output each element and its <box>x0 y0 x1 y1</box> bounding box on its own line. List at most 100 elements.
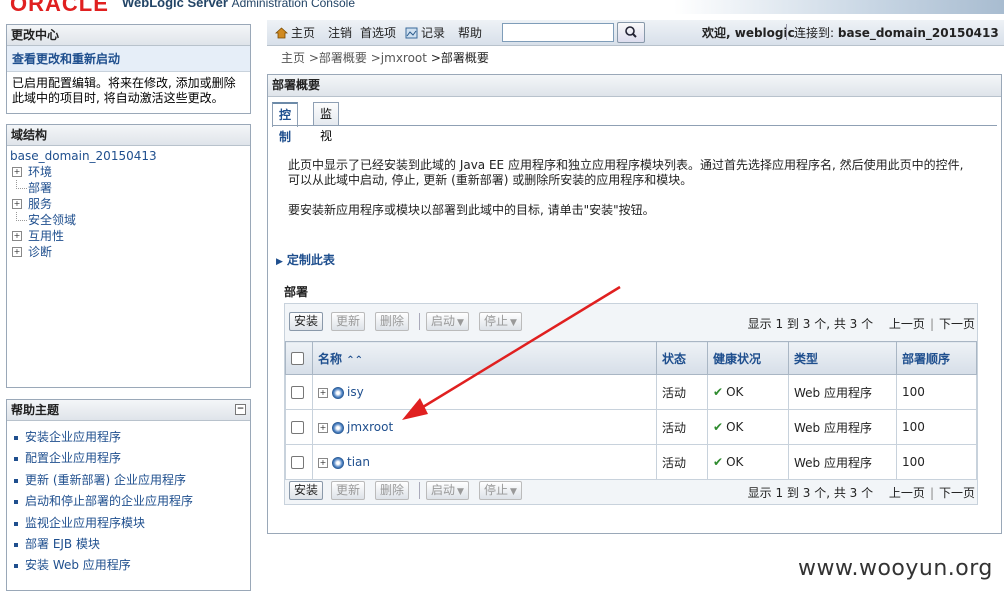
update-button[interactable]: 更新 <box>331 312 366 331</box>
watermark: www.wooyun.org <box>798 556 993 581</box>
state-cell: 活动 <box>656 444 708 480</box>
next-page-link[interactable]: 下一页 <box>939 317 975 331</box>
preferences-link[interactable]: 首选项 <box>360 24 396 41</box>
tree-item-security-realms[interactable]: 安全领域 <box>10 212 247 228</box>
health-label: OK <box>726 455 744 469</box>
delete-button[interactable]: 删除 <box>375 312 410 331</box>
pager-bottom: 显示 1 到 3 个, 共 3 个 上一页 | 下一页 <box>748 484 975 501</box>
chevron-down-icon: ▼ <box>457 318 464 328</box>
expand-icon[interactable]: + <box>318 422 328 433</box>
name-cell: + jmxroot <box>312 409 657 445</box>
product-title: WebLogic Server Administration Console <box>122 0 355 10</box>
expand-icon[interactable]: + <box>12 199 22 209</box>
search-input[interactable] <box>502 23 614 42</box>
tab-control[interactable]: 控制 <box>272 102 299 144</box>
expand-icon[interactable]: + <box>12 247 22 257</box>
logout-link[interactable]: 注销 <box>328 24 352 41</box>
breadcrumb-item[interactable]: 主页 <box>281 51 305 65</box>
prev-page-link[interactable]: 上一页 <box>889 486 925 500</box>
name-cell: + isy <box>312 374 657 410</box>
prev-page-link[interactable]: 上一页 <box>889 317 925 331</box>
column-name[interactable]: 名称 ⌃⌃ <box>312 341 657 375</box>
welcome-text: 欢迎, weblogic <box>702 26 795 40</box>
domain-tree: base_domain_20150413 + 环境 部署 + 服务 安全领域 + 互用… <box>7 146 250 262</box>
collapse-icon[interactable]: − <box>235 404 246 415</box>
install-button[interactable]: 安装 <box>289 312 324 331</box>
tree-item-deployments[interactable]: 部署 <box>10 180 247 196</box>
deployments-table-container: 安装 更新 删除 启动 ▼ 停止 ▼ 显示 1 到 3 个, 共 3 个 上一页 | 下… <box>284 303 978 505</box>
help-link-top[interactable]: 帮助 <box>458 24 482 41</box>
column-deployment-order[interactable]: 部署顺序 <box>896 341 977 375</box>
pager-separator: | <box>929 317 934 331</box>
install-button[interactable]: 安装 <box>289 481 324 500</box>
help-link[interactable]: 安装 Web 应用程序 <box>11 555 246 576</box>
row-select-cell <box>285 409 313 445</box>
domain-structure-title: 域结构 <box>7 125 250 146</box>
tree-item-label: 诊断 <box>28 245 53 259</box>
help-link[interactable]: 监视企业应用程序模块 <box>11 513 246 534</box>
expand-icon[interactable]: + <box>12 231 22 241</box>
expand-icon[interactable]: + <box>318 387 328 398</box>
tree-item-environment[interactable]: + 环境 <box>10 164 247 180</box>
help-link[interactable]: 启动和停止部署的企业应用程序 <box>11 491 246 512</box>
help-title: 帮助主题 − <box>7 400 250 421</box>
expand-icon[interactable]: + <box>318 457 328 468</box>
breadcrumb-item[interactable]: >jmxroot <box>371 51 427 65</box>
console-toolbar: 主页 注销 首选项 记录 帮助 欢迎, weblogic 连接到: base_d… <box>267 20 1004 46</box>
breadcrumb-item[interactable]: >部署概要 <box>309 51 367 65</box>
app-name-link[interactable]: isy <box>347 385 364 399</box>
pager-summary: 显示 1 到 3 个, 共 3 个 <box>747 486 874 500</box>
row-select-cell <box>285 374 313 410</box>
row-checkbox[interactable] <box>291 421 304 434</box>
row-checkbox[interactable] <box>291 456 304 469</box>
select-all-checkbox[interactable] <box>291 352 304 365</box>
order-cell: 100 <box>896 444 977 480</box>
app-name-link[interactable]: jmxroot <box>347 420 393 434</box>
stop-label: 停止 <box>484 314 509 328</box>
customize-table-link[interactable]: 定制此表 <box>276 251 335 268</box>
top-banner: ORACLE WebLogic Server Administration Co… <box>0 0 1004 14</box>
delete-button[interactable]: 删除 <box>375 481 410 500</box>
deployments-table: 名称 ⌃⌃ 状态 健康状况 类型 部署顺序 + isy 活动 ✔ OK Web 应用… <box>285 341 977 480</box>
help-link[interactable]: 安装企业应用程序 <box>11 427 246 448</box>
chevron-down-icon: ▼ <box>457 487 464 497</box>
select-all-header <box>285 341 313 375</box>
row-checkbox[interactable] <box>291 386 304 399</box>
view-changes-link[interactable]: 查看更改和重新启动 <box>7 46 250 72</box>
start-dropdown-button[interactable]: 启动 ▼ <box>426 481 469 500</box>
chevron-down-icon: ▼ <box>510 487 517 497</box>
breadcrumb-current: >部署概要 <box>430 51 489 65</box>
app-name-link[interactable]: tian <box>347 455 370 469</box>
tree-root[interactable]: base_domain_20150413 <box>10 148 247 164</box>
name-cell: + tian <box>312 444 657 480</box>
tree-item-label: 安全领域 <box>28 213 77 227</box>
column-health[interactable]: 健康状况 <box>707 341 789 375</box>
connected-label: 连接到: <box>794 26 835 40</box>
tree-item-interoperability[interactable]: + 互用性 <box>10 228 247 244</box>
tree-branch-line <box>16 212 27 221</box>
help-link[interactable]: 部署 EJB 模块 <box>11 534 246 555</box>
search-button[interactable] <box>617 22 645 43</box>
start-dropdown-button[interactable]: 启动 ▼ <box>426 312 469 331</box>
tree-item-services[interactable]: + 服务 <box>10 196 247 212</box>
expand-icon[interactable]: + <box>12 167 22 177</box>
stop-dropdown-button[interactable]: 停止 ▼ <box>479 481 522 500</box>
stop-dropdown-button[interactable]: 停止 ▼ <box>479 312 522 331</box>
type-cell: Web 应用程序 <box>788 374 897 410</box>
next-page-link[interactable]: 下一页 <box>939 486 975 500</box>
banner-strip <box>674 0 1004 14</box>
home-link[interactable]: 主页 <box>275 24 315 41</box>
type-cell: Web 应用程序 <box>788 409 897 445</box>
column-type[interactable]: 类型 <box>788 341 897 375</box>
help-link[interactable]: 配置企业应用程序 <box>11 448 246 469</box>
pager-summary: 显示 1 到 3 个, 共 3 个 <box>747 317 874 331</box>
intro-text: 此页中显示了已经安装到此域的 Java EE 应用程序和独立应用程序模块列表。通… <box>288 158 978 233</box>
update-button[interactable]: 更新 <box>331 481 366 500</box>
tab-monitoring[interactable]: 监视 <box>313 102 340 143</box>
record-link[interactable]: 记录 <box>405 24 445 41</box>
column-state[interactable]: 状态 <box>656 341 708 375</box>
table-row: + jmxroot 活动 ✔ OK Web 应用程序 100 <box>285 409 977 445</box>
button-separator <box>419 482 420 499</box>
tree-item-diagnostics[interactable]: + 诊断 <box>10 244 247 260</box>
help-link[interactable]: 更新 (重新部署) 企业应用程序 <box>11 470 246 491</box>
